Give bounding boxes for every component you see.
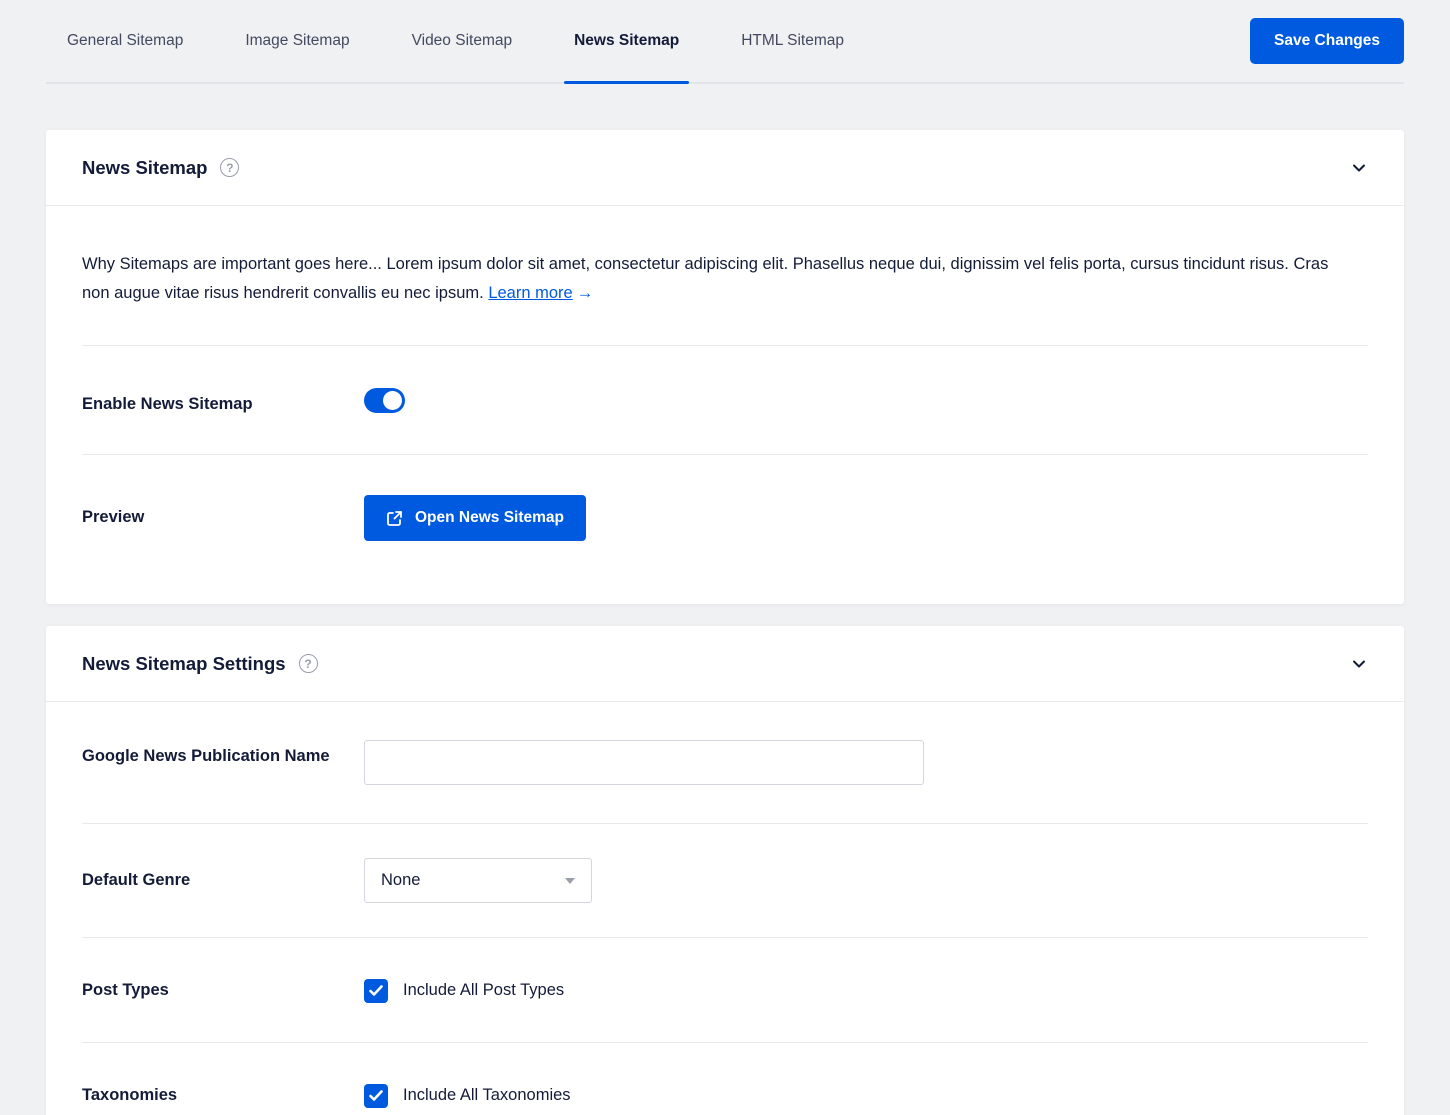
news-sitemap-card-body: Why Sitemaps are important goes here... … bbox=[46, 206, 1404, 604]
external-link-icon bbox=[386, 510, 403, 527]
publication-name-row: Google News Publication Name bbox=[82, 702, 1368, 824]
tab-video-sitemap[interactable]: Video Sitemap bbox=[412, 0, 513, 82]
settings-card-body: Google News Publication Name Default Gen… bbox=[46, 702, 1404, 1115]
sitemap-tabbar: General Sitemap Image Sitemap Video Site… bbox=[46, 0, 1404, 84]
default-genre-label: Default Genre bbox=[82, 858, 364, 894]
page-container: General Sitemap Image Sitemap Video Site… bbox=[46, 0, 1404, 1115]
enable-news-sitemap-label: Enable News Sitemap bbox=[82, 382, 364, 418]
tab-general-sitemap[interactable]: General Sitemap bbox=[67, 0, 183, 82]
default-genre-selected-value: None bbox=[381, 871, 420, 890]
include-all-taxonomies-label: Include All Taxonomies bbox=[403, 1081, 571, 1109]
taxonomies-row: Taxonomies Include All Taxonomies bbox=[82, 1043, 1368, 1115]
default-genre-select[interactable]: None bbox=[364, 858, 592, 903]
open-news-sitemap-button-label: Open News Sitemap bbox=[415, 509, 564, 527]
news-sitemap-card: News Sitemap ? Why Sitemaps are importan… bbox=[46, 130, 1404, 604]
help-icon[interactable]: ? bbox=[220, 158, 239, 177]
learn-more-link[interactable]: Learn more bbox=[488, 284, 572, 302]
enable-news-sitemap-toggle[interactable] bbox=[364, 388, 405, 413]
news-sitemap-settings-card: News Sitemap Settings ? Google News Publ… bbox=[46, 626, 1404, 1115]
default-genre-row: Default Genre None bbox=[82, 824, 1368, 938]
select-caret-icon bbox=[565, 878, 575, 884]
taxonomies-label: Taxonomies bbox=[82, 1081, 364, 1109]
learn-more-arrow-icon: → bbox=[577, 284, 594, 302]
toggle-knob bbox=[383, 391, 402, 410]
tab-html-sitemap[interactable]: HTML Sitemap bbox=[741, 0, 844, 82]
description-row: Why Sitemaps are important goes here... … bbox=[82, 206, 1368, 346]
include-all-post-types-checkbox[interactable] bbox=[364, 979, 388, 1003]
chevron-down-icon[interactable] bbox=[1350, 159, 1368, 177]
card-title: News Sitemap bbox=[82, 157, 207, 179]
tab-image-sitemap[interactable]: Image Sitemap bbox=[245, 0, 349, 82]
include-all-post-types-label: Include All Post Types bbox=[403, 976, 564, 1004]
settings-card-header: News Sitemap Settings ? bbox=[46, 626, 1404, 702]
description-copy: Why Sitemaps are important goes here... … bbox=[82, 255, 1328, 302]
publication-name-input[interactable] bbox=[364, 740, 924, 785]
news-sitemap-card-header: News Sitemap ? bbox=[46, 130, 1404, 206]
publication-name-label: Google News Publication Name bbox=[82, 740, 364, 770]
help-icon[interactable]: ? bbox=[299, 654, 318, 673]
enable-news-sitemap-row: Enable News Sitemap bbox=[82, 346, 1368, 455]
post-types-row: Post Types Include All Post Types bbox=[82, 938, 1368, 1043]
include-all-taxonomies-checkbox[interactable] bbox=[364, 1084, 388, 1108]
save-changes-button[interactable]: Save Changes bbox=[1250, 18, 1404, 64]
open-news-sitemap-button[interactable]: Open News Sitemap bbox=[364, 495, 586, 541]
preview-row: Preview Open News Sitemap bbox=[82, 455, 1368, 604]
preview-label: Preview bbox=[82, 495, 364, 531]
tab-news-sitemap[interactable]: News Sitemap bbox=[574, 0, 679, 82]
chevron-down-icon[interactable] bbox=[1350, 655, 1368, 673]
description-text: Why Sitemaps are important goes here... … bbox=[82, 250, 1340, 308]
settings-card-title: News Sitemap Settings bbox=[82, 653, 286, 675]
post-types-label: Post Types bbox=[82, 976, 364, 1004]
